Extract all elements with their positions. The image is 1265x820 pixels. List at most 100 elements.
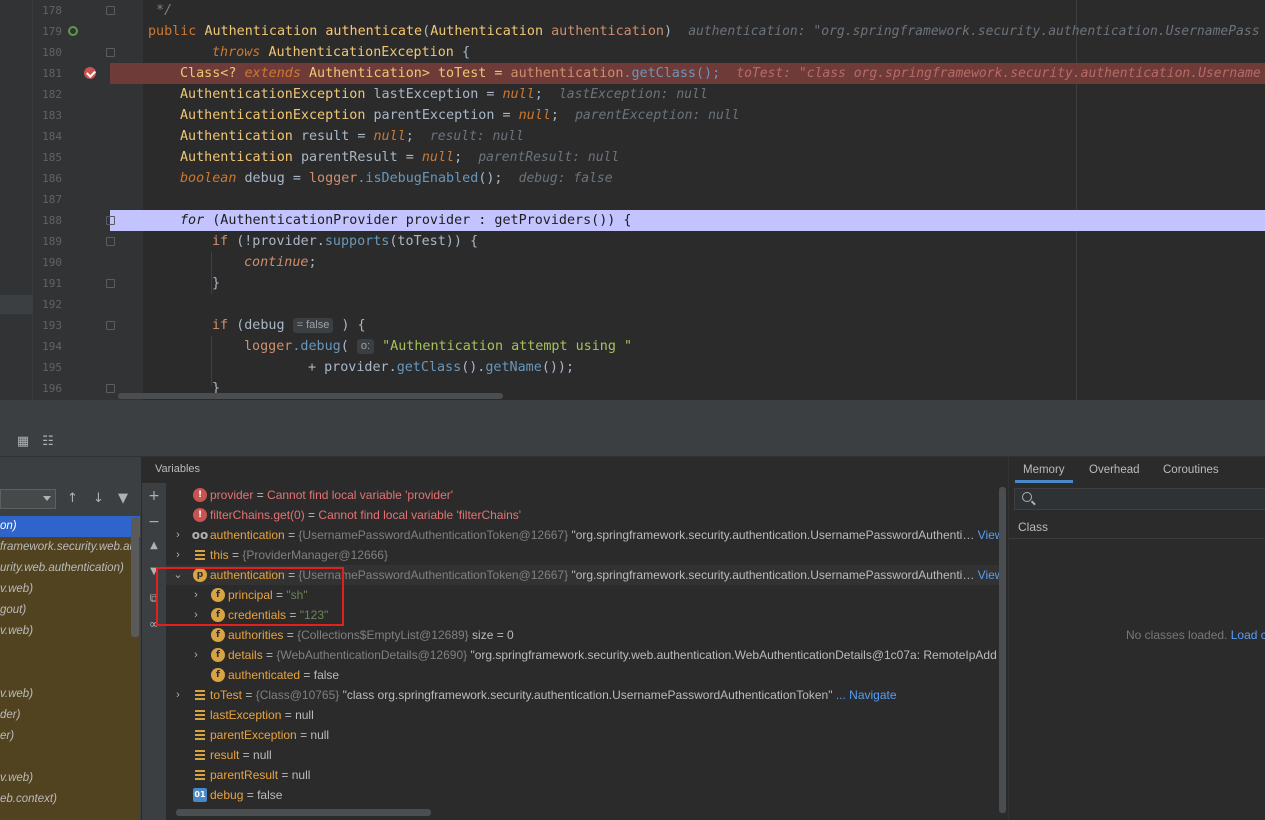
frame-item[interactable] [0,642,140,663]
code-line-190: continue; [244,255,317,270]
chevron-down-icon [43,496,51,501]
frame-item[interactable]: v.web) [0,579,140,600]
field-icon: f [211,628,225,642]
fold-icon[interactable] [106,384,115,393]
tab-memory[interactable]: Memory [1015,457,1073,483]
search-icon [1022,492,1032,502]
code-line-189: if (!provider.supports(toTest)) { [212,234,479,249]
frame-item[interactable]: urity.web.authentication) [0,558,140,579]
line-number: 196 [42,382,62,395]
frame-item[interactable] [0,663,140,684]
load-classes-link[interactable]: Load c [1231,628,1265,642]
frame-item[interactable]: eb.context) [0,789,140,810]
tab-coroutines[interactable]: Coroutines [1163,457,1219,483]
annotation-highlight-box [156,567,344,626]
code-line-186: boolean debug = logger.isDebugEnabled();… [180,171,613,186]
chevron-right-icon[interactable]: › [191,645,201,665]
fold-icon[interactable] [106,48,115,57]
frame-item[interactable]: v.web) [0,768,140,789]
down-icon[interactable]: ↓ [93,491,104,506]
code-editor[interactable]: 178 179 180 181 182 183 184 185 186 187 … [0,0,1265,400]
variables-vertical-scrollbar[interactable] [999,487,1006,813]
breakpoint-icon[interactable] [84,67,96,79]
frame-item[interactable]: v.web) [0,621,140,642]
variable-icon [193,708,207,722]
line-number: 189 [42,235,62,248]
code-line-180: throws AuthenticationException { [212,45,470,60]
variable-row[interactable]: parentResult = null [166,765,1000,785]
layout-icon[interactable]: ☷ [40,434,56,450]
fold-icon[interactable] [106,237,115,246]
variable-row[interactable]: › toTest = {Class@10765} "class org.spri… [166,685,1000,705]
memory-column-header[interactable]: Class [1009,517,1265,539]
line-number: 184 [42,130,62,143]
line-number: 183 [42,109,62,122]
frame-item[interactable]: gout) [0,600,140,621]
tool-window-strip [0,400,1265,428]
variable-row[interactable]: ! provider = Cannot find local variable … [166,485,1000,505]
variable-row[interactable]: 01 debug = false [166,785,1000,805]
fold-icon[interactable] [106,279,115,288]
line-number: 193 [42,319,62,332]
line-number: 181 [42,67,62,80]
editor-horizontal-scrollbar[interactable] [118,393,503,399]
variable-row[interactable]: f authorities = {Collections$EmptyList@1… [166,625,1000,645]
view-link[interactable]: View [978,528,1000,542]
frames-scrollbar[interactable] [131,517,139,637]
variable-row[interactable]: › this = {ProviderManager@12666} [166,545,1000,565]
line-number: 195 [42,361,62,374]
chevron-right-icon[interactable]: › [173,545,183,565]
memory-search-input[interactable] [1014,488,1265,510]
frame-item[interactable] [0,747,140,768]
error-icon: ! [193,488,207,502]
variable-row[interactable]: › f details = {WebAuthenticationDetails@… [166,645,1000,665]
fold-icon[interactable] [106,6,115,15]
line-number: 178 [42,4,62,17]
fold-icon[interactable] [106,216,115,225]
variable-row[interactable]: › oo authentication = {UsernamePasswordA… [166,525,1000,545]
add-icon[interactable]: + [147,488,161,504]
line-number: 191 [42,277,62,290]
variables-title: Variables [155,463,201,475]
thread-select[interactable] [0,489,56,509]
variable-row[interactable]: f authenticated = false [166,665,1000,685]
code-line-179: public Authentication authenticate(Authe… [148,24,1260,39]
frame-item[interactable]: on) [0,516,140,537]
line-number: 185 [42,151,62,164]
variable-icon [193,768,207,782]
variables-horizontal-scrollbar[interactable] [176,809,431,816]
frame-item[interactable]: er) [0,726,140,747]
right-margin-guide [1076,0,1077,400]
memory-panel: Memory Overhead Coroutines Class No clas… [1008,457,1265,820]
chevron-right-icon[interactable]: › [173,525,183,545]
variable-row[interactable]: parentException = null [166,725,1000,745]
view-link[interactable]: View [978,568,1000,582]
filter-icon[interactable]: ▼ [118,491,128,506]
line-number: 188 [42,214,62,227]
tab-overhead[interactable]: Overhead [1089,457,1140,483]
frame-item[interactable]: v.web) [0,684,140,705]
fold-icon[interactable] [106,321,115,330]
watch-icon: oo [191,528,209,542]
variables-panel: Variables + − ▲ ▼ ⧉ ∞ ! provider = Canno… [142,457,1008,820]
debug-toolbar: ▦ ☷ [0,428,1265,457]
navigate-link[interactable]: ... Navigate [832,688,897,702]
variable-icon [193,688,207,702]
code-line-188: for (AuthenticationProvider provider : g… [180,213,632,228]
variable-icon [193,748,207,762]
frame-item[interactable]: framework.security.web.au [0,537,140,558]
implements-icon[interactable] [68,26,78,36]
variable-row[interactable]: ! filterChains.get(0) = Cannot find loca… [166,505,1000,525]
up-icon[interactable]: ↑ [67,491,78,506]
variable-icon [193,728,207,742]
table-icon[interactable]: ▦ [15,434,31,450]
chevron-right-icon[interactable]: › [173,685,183,705]
variable-icon [193,548,207,562]
move-up-icon[interactable]: ▲ [147,540,161,551]
field-icon: f [211,668,225,682]
frame-item[interactable]: der) [0,705,140,726]
remove-icon[interactable]: − [147,514,161,530]
variable-row[interactable]: lastException = null [166,705,1000,725]
code-line-185: Authentication parentResult = null; pare… [180,150,620,165]
variable-row[interactable]: result = null [166,745,1000,765]
